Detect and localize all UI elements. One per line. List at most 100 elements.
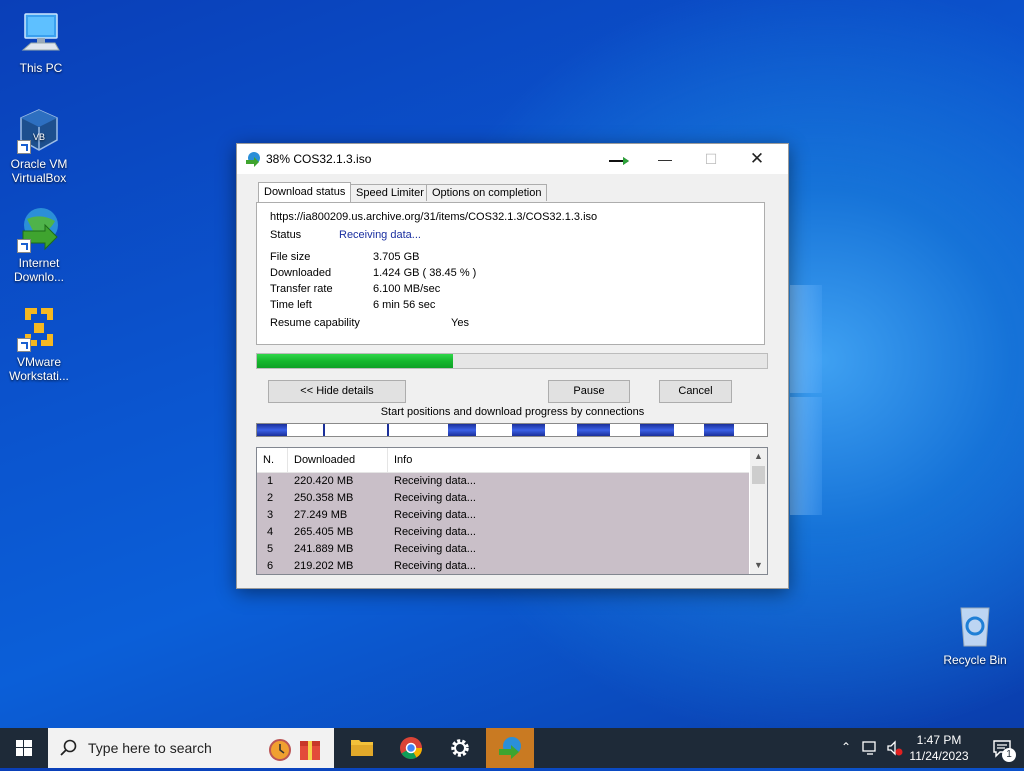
search-icon <box>60 739 77 756</box>
connection-segment <box>704 424 734 436</box>
transfer-rate-value: 6.100 MB/sec <box>373 283 441 295</box>
taskbar-chrome[interactable] <box>387 728 435 768</box>
desktop-icon-recycle-bin[interactable]: Recycle Bin <box>938 602 1012 667</box>
chevron-up-icon[interactable]: ⌃ <box>838 740 854 756</box>
taskbar-clock[interactable]: 1:47 PM 11/24/2023 <box>900 732 978 764</box>
taskbar-idm[interactable] <box>486 728 534 768</box>
recycle-bin-icon <box>951 602 999 650</box>
desktop-icon-this-pc[interactable]: This PC <box>4 10 78 75</box>
column-header-info[interactable]: Info <box>388 448 749 472</box>
table-row[interactable]: 3 27.249 MB Receiving data... <box>257 507 749 524</box>
folder-icon <box>351 740 373 756</box>
connections-list-header: N. Downloaded Info <box>257 448 749 473</box>
connection-info: Receiving data... <box>394 509 476 521</box>
close-button[interactable]: ✕ <box>734 144 780 174</box>
column-header-downloaded[interactable]: Downloaded <box>288 448 388 472</box>
desktop-icon-label: This PC <box>19 61 63 75</box>
connection-downloaded: 27.249 MB <box>294 509 348 521</box>
table-row[interactable]: 2 250.358 MB Receiving data... <box>257 490 749 507</box>
title-bar[interactable]: 38% COS32.1.3.iso — ☐ ✕ <box>237 144 788 174</box>
desktop-icon-idm[interactable]: Internet Downlo... <box>2 205 76 284</box>
shortcut-arrow-icon <box>17 140 31 154</box>
connections-list-body: 1 220.420 MB Receiving data... 2 250.358 MB R… <box>257 473 749 574</box>
hide-details-button[interactable]: << Hide details <box>268 380 406 403</box>
download-dialog: 38% COS32.1.3.iso — ☐ ✕ Download status … <box>236 143 789 589</box>
connection-segment <box>257 424 287 436</box>
maximize-button[interactable]: ☐ <box>688 144 734 174</box>
start-button[interactable] <box>0 728 48 768</box>
scroll-thumb[interactable] <box>752 466 765 484</box>
connection-info: Receiving data... <box>394 560 476 572</box>
transfer-rate-label: Transfer rate <box>270 283 333 295</box>
table-row[interactable]: 5 241.889 MB Receiving data... <box>257 541 749 558</box>
connection-downloaded: 250.358 MB <box>294 492 354 504</box>
desktop-icon-label: Oracle VM VirtualBox <box>10 157 68 185</box>
file-size-value: 3.705 GB <box>373 251 420 263</box>
status-label: Status <box>270 229 302 241</box>
resume-capability-value: Yes <box>451 317 469 329</box>
chrome-icon <box>400 737 422 759</box>
idm-app-icon <box>245 151 261 167</box>
idm-globe-icon <box>15 205 63 253</box>
shortcut-arrow-icon <box>17 338 31 352</box>
connection-number: 6 <box>267 560 274 572</box>
status-value: Receiving data... <box>339 229 421 241</box>
connection-segment <box>640 424 674 436</box>
svg-text:VB: VB <box>33 132 45 142</box>
network-icon[interactable] <box>862 740 880 756</box>
taskbar-settings[interactable] <box>436 728 484 768</box>
desktop-icon-virtualbox[interactable]: VB Oracle VM VirtualBox <box>2 106 76 185</box>
minimize-button[interactable]: — <box>642 144 688 174</box>
connections-caption: Start positions and download progress by… <box>380 406 645 418</box>
list-scrollbar[interactable]: ▲ ▼ <box>750 448 767 574</box>
notification-center-button[interactable]: 1 <box>982 728 1022 768</box>
connection-segment <box>512 424 545 436</box>
tab-download-status[interactable]: Download status <box>258 182 352 202</box>
idm-globe-icon <box>499 737 521 759</box>
taskbar-search-box[interactable]: Type here to search <box>48 728 334 768</box>
search-placeholder: Type here to search <box>88 740 212 756</box>
time-left-label: Time left <box>270 299 312 311</box>
pause-button[interactable]: Pause <box>548 380 630 403</box>
connection-segment <box>387 424 389 436</box>
computer-icon <box>17 10 65 58</box>
window-title: 38% COS32.1.3.iso <box>266 152 372 166</box>
desktop-icon-label: Recycle Bin <box>943 653 1007 667</box>
connection-info: Receiving data... <box>394 492 476 504</box>
download-status-panel: https://ia800209.us.archive.org/31/items… <box>256 202 765 345</box>
connections-progress-bar <box>256 423 768 437</box>
tab-options-on-completion[interactable]: Options on completion <box>426 184 548 201</box>
cancel-button[interactable]: Cancel <box>659 380 732 403</box>
clock-date: 11/24/2023 <box>909 749 969 763</box>
scroll-up-icon[interactable]: ▲ <box>750 448 767 465</box>
desktop-icon-label: VMware Workstati... <box>9 355 69 383</box>
connection-segment <box>577 424 610 436</box>
connection-number: 2 <box>267 492 274 504</box>
table-row[interactable]: 1 220.420 MB Receiving data... <box>257 473 749 490</box>
desktop-icon-label: Internet Downlo... <box>13 256 65 284</box>
windows-start-icon <box>16 740 32 756</box>
connection-downloaded: 241.889 MB <box>294 543 354 555</box>
connection-number: 3 <box>267 509 274 521</box>
table-row[interactable]: 6 219.202 MB Receiving data... <box>257 558 749 574</box>
downloaded-value: 1.424 GB ( 38.45 % ) <box>373 267 477 279</box>
connection-number: 4 <box>267 526 274 538</box>
taskbar-file-explorer[interactable] <box>338 728 386 768</box>
scroll-down-icon[interactable]: ▼ <box>750 557 767 574</box>
desktop-icon-vmware[interactable]: VMware Workstati... <box>2 304 76 383</box>
taskbar: Type here to search ⌃ 1:47 PM 11/24/2023… <box>0 728 1024 768</box>
table-row[interactable]: 4 265.405 MB Receiving data... <box>257 524 749 541</box>
column-header-n[interactable]: N. <box>257 448 288 472</box>
connection-downloaded: 219.202 MB <box>294 560 354 572</box>
connections-list[interactable]: N. Downloaded Info 1 220.420 MB Receiving … <box>256 447 768 575</box>
download-progress-fill <box>257 354 454 368</box>
tab-speed-limiter[interactable]: Speed Limiter <box>350 184 430 201</box>
download-progress-bar <box>256 353 768 369</box>
connection-downloaded: 265.405 MB <box>294 526 354 538</box>
connection-segment <box>323 424 325 436</box>
connection-info: Receiving data... <box>394 526 476 538</box>
connection-number: 5 <box>267 543 274 555</box>
search-highlight-icon <box>269 739 320 761</box>
download-url: https://ia800209.us.archive.org/31/items… <box>270 211 598 223</box>
vmware-icon <box>15 304 63 352</box>
